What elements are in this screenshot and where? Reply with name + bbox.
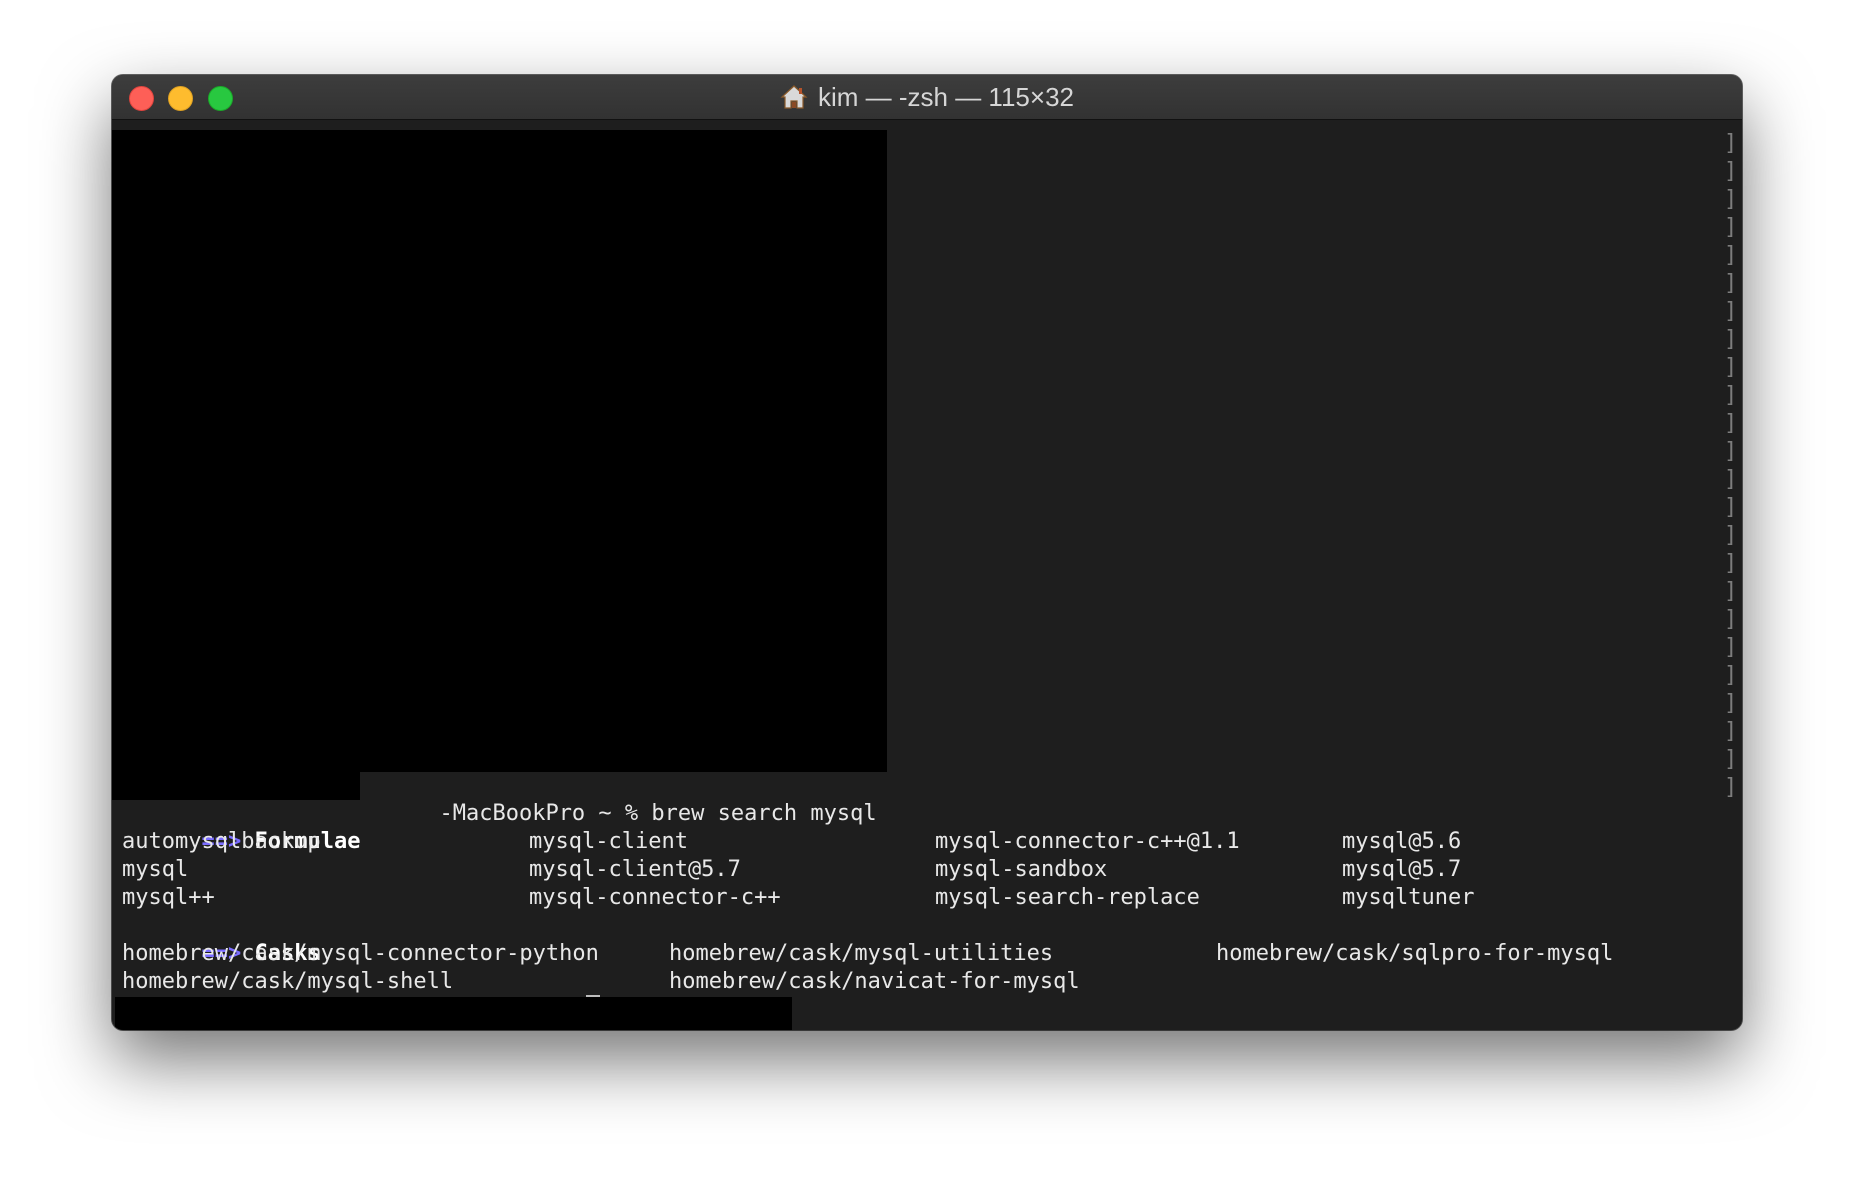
- scroll-mark: ]: [1724, 579, 1738, 604]
- scrollback-marks: ]]]]]]]]]]]]]]]]]]]]]]]]: [1724, 130, 1738, 802]
- formula-item: mysql-connector-c++@1.1: [935, 829, 1240, 854]
- scroll-mark: ]: [1724, 243, 1738, 268]
- formula-item: mysqltuner: [1342, 885, 1475, 910]
- scroll-mark: ]: [1724, 271, 1738, 296]
- scroll-mark: ]: [1724, 495, 1738, 520]
- scroll-mark: ]: [1724, 663, 1738, 688]
- cask-item: homebrew/cask/mysql-utilities: [669, 941, 1054, 966]
- scroll-mark: ]: [1724, 131, 1738, 156]
- scroll-mark: ]: [1724, 635, 1738, 660]
- formulae-row: mysql mysql-client@5.7 mysql-sandbox mys…: [122, 856, 1722, 884]
- formulae-header: ==> Formulae: [122, 800, 360, 854]
- scroll-mark: ]: [1724, 215, 1738, 240]
- scroll-mark: ]: [1724, 551, 1738, 576]
- formula-item: mysql@5.6: [1342, 829, 1462, 854]
- title-bar[interactable]: kim — -zsh — 115×32: [112, 75, 1742, 120]
- scroll-mark: ]: [1724, 719, 1738, 744]
- scroll-mark: ]: [1724, 439, 1738, 464]
- casks-header: ==> Casks: [122, 912, 320, 966]
- cask-item: homebrew/cask/sqlpro-for-mysql: [1216, 941, 1614, 966]
- scroll-mark: ]: [1724, 691, 1738, 716]
- scroll-mark: ]: [1724, 775, 1738, 800]
- casks-row: homebrew/cask/mysql-shell homebrew/cask/…: [122, 968, 1722, 996]
- formula-item: mysql@5.7: [1342, 857, 1462, 882]
- scroll-mark: ]: [1724, 747, 1738, 772]
- scroll-mark: ]: [1724, 159, 1738, 184]
- scroll-mark: ]: [1724, 327, 1738, 352]
- cask-item: homebrew/cask/navicat-for-mysql: [669, 969, 1080, 994]
- home-icon: [780, 85, 808, 109]
- formula-item: mysql-client@5.7: [529, 857, 741, 882]
- terminal-window: kim — -zsh — 115×32 -MacBookPro ~ % brew…: [112, 75, 1742, 1030]
- formula-item: mysql-connector-c++: [529, 885, 781, 910]
- window-title: kim — -zsh — 115×32: [112, 75, 1742, 119]
- scroll-mark: ]: [1724, 411, 1738, 436]
- scroll-mark: ]: [1724, 523, 1738, 548]
- formula-item: mysql-sandbox: [935, 857, 1108, 882]
- redacted-block: [112, 130, 887, 772]
- scroll-mark: ]: [1724, 467, 1738, 492]
- terminal-content[interactable]: -MacBookPro ~ % brew search mysql ==> Fo…: [112, 120, 1742, 1030]
- formula-item: mysql: [122, 857, 189, 882]
- formula-item: mysql-client: [529, 829, 688, 854]
- window-title-text: kim — -zsh — 115×32: [817, 81, 1074, 112]
- scroll-mark: ]: [1724, 187, 1738, 212]
- scroll-mark: ]: [1724, 355, 1738, 380]
- prompt-line: -MacBookPro ~ % brew search mysql: [360, 772, 876, 826]
- formulae-row: mysql++ mysql-connector-c++ mysql-search…: [122, 884, 1722, 912]
- formula-item: mysql-search-replace: [935, 885, 1200, 910]
- scroll-mark: ]: [1724, 607, 1738, 632]
- formulae-row: automysqlbackup mysql-client mysql-conne…: [122, 828, 1722, 856]
- prompt-command: -MacBookPro ~ % brew search mysql: [439, 801, 877, 826]
- cask-item: homebrew/cask/mysql-connector-python: [122, 941, 599, 966]
- redacted-hostname: [112, 772, 360, 800]
- redacted-prompt: [115, 997, 792, 1030]
- formula-item: mysql++: [122, 885, 215, 910]
- scroll-mark: ]: [1724, 299, 1738, 324]
- formula-item: automysqlbackup: [122, 829, 321, 854]
- casks-row: homebrew/cask/mysql-connector-python hom…: [122, 940, 1722, 968]
- cask-item: homebrew/cask/mysql-shell: [122, 969, 454, 994]
- scroll-mark: ]: [1724, 383, 1738, 408]
